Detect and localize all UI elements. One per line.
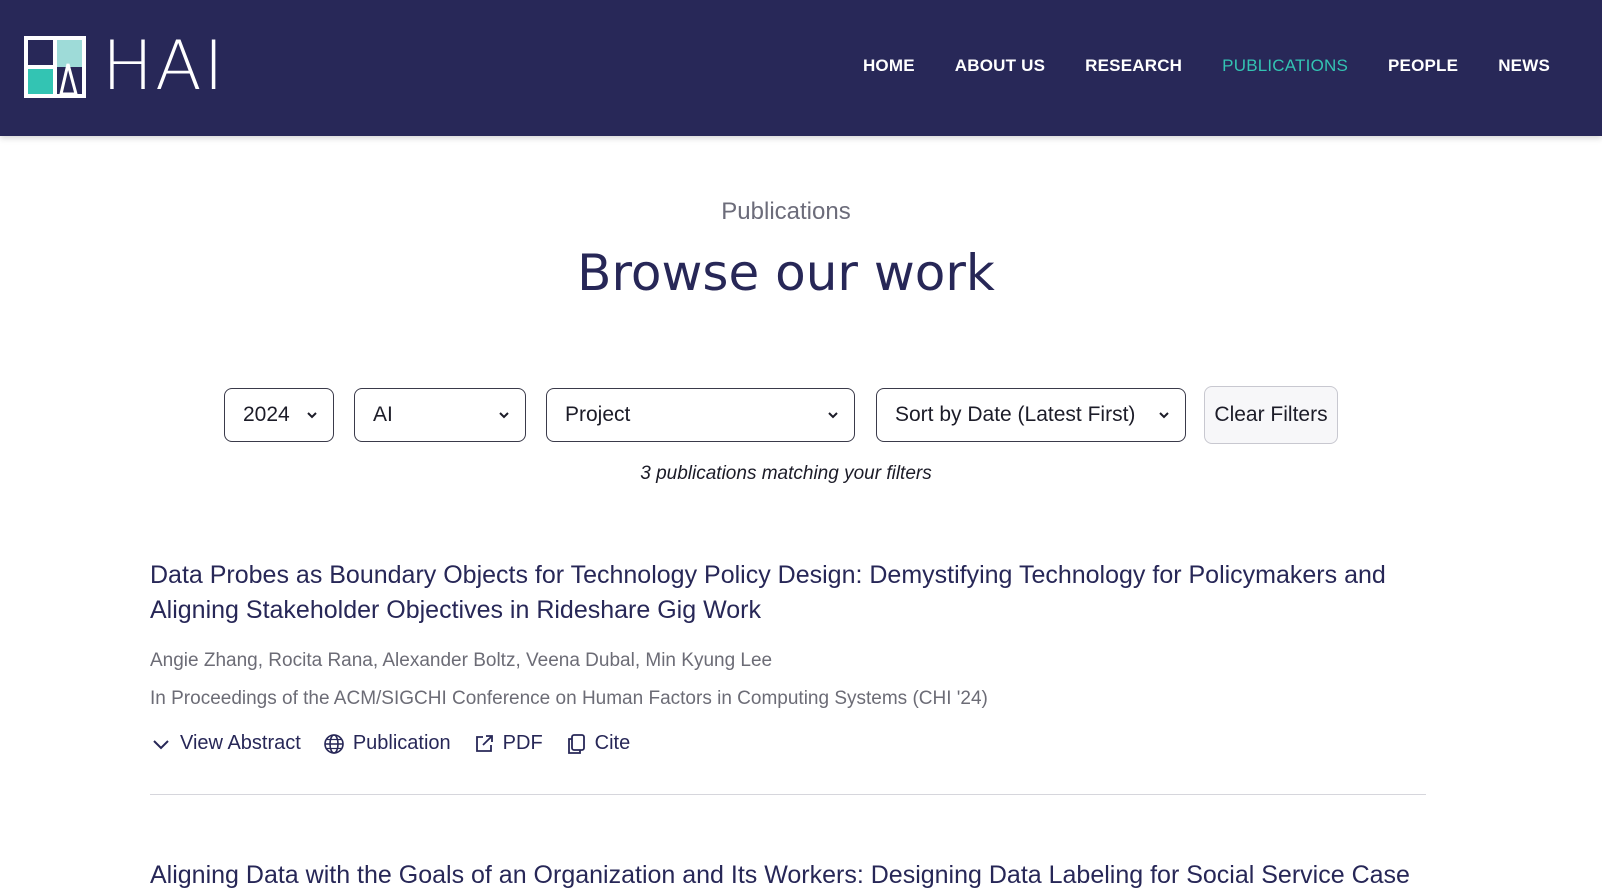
nav-news[interactable]: NEWS (1498, 54, 1550, 78)
year-select-value: 2024 (243, 403, 290, 426)
chevron-down-icon (1159, 412, 1169, 419)
main-nav: HOME ABOUT US RESEARCH PUBLICATIONS PEOP… (823, 54, 1550, 78)
chevron-down-icon (499, 412, 509, 419)
hai-logo[interactable]: HAI (24, 27, 226, 106)
year-select[interactable]: 2024 (224, 388, 334, 442)
sort-select[interactable]: Sort by Date (Latest First) (876, 388, 1186, 442)
nav-research[interactable]: RESEARCH (1085, 54, 1182, 78)
topic-select-value: AI (373, 403, 393, 426)
sort-select-value: Sort by Date (Latest First) (895, 403, 1136, 426)
publication-authors: Angie Zhang, Rocita Rana, Alexander Bolt… (150, 650, 773, 671)
publication-divider (150, 794, 1426, 795)
result-count: 3 publications matching your filters (640, 463, 932, 484)
view-abstract-label: View Abstract (180, 732, 301, 754)
publication-venue: In Proceedings of the ACM/SIGCHI Confere… (150, 688, 988, 709)
chevron-down-icon (153, 739, 169, 749)
publication-link[interactable]: Publication (323, 732, 451, 755)
chevron-down-icon (828, 412, 838, 419)
clear-filters-button[interactable]: Clear Filters (1204, 386, 1338, 444)
pdf-link-label: PDF (502, 732, 543, 754)
copy-icon (567, 733, 585, 754)
page-title: Browse our work (577, 244, 995, 302)
chevron-down-icon (307, 412, 317, 419)
page-eyebrow: Publications (721, 198, 851, 225)
view-abstract-button[interactable]: View Abstract (150, 732, 301, 755)
project-select-value: Project (565, 403, 631, 426)
cite-label: Cite (594, 732, 631, 754)
project-select[interactable]: Project (546, 388, 855, 442)
globe-icon (324, 733, 344, 754)
nav-home[interactable]: HOME (863, 54, 915, 78)
publication-link-label: Publication (352, 732, 451, 754)
external-link-icon (475, 734, 493, 752)
publication-item: Aligning Data with the Goals of an Organ… (150, 858, 1430, 893)
cite-button[interactable]: Cite (565, 732, 631, 755)
pdf-link[interactable]: PDF (473, 732, 543, 755)
nav-people[interactable]: PEOPLE (1388, 54, 1458, 78)
publication-title[interactable]: Data Probes as Boundary Objects for Tech… (150, 558, 1400, 628)
hai-logo-mark-icon (24, 36, 86, 98)
topic-select[interactable]: AI (354, 388, 526, 442)
logo-text: HAI (102, 27, 226, 106)
site-header: HAI HOME ABOUT US RESEARCH PUBLICATIONS … (0, 0, 1602, 136)
publication-item: Data Probes as Boundary Objects for Tech… (150, 558, 1430, 755)
publication-actions: View Abstract Publication PDF Cite (150, 732, 1430, 755)
nav-about-us[interactable]: ABOUT US (955, 54, 1045, 78)
publication-title[interactable]: Aligning Data with the Goals of an Organ… (150, 858, 1410, 893)
nav-publications[interactable]: PUBLICATIONS (1222, 54, 1348, 78)
